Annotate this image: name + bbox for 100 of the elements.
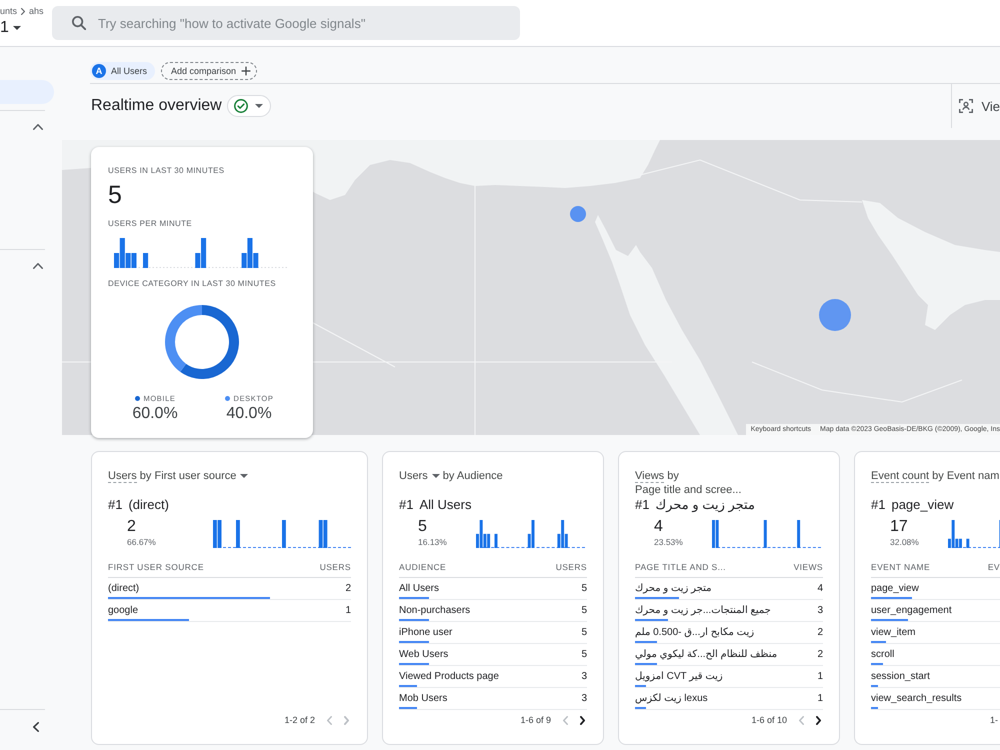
column-header: FIRST USER SOURCE [108,561,204,574]
segment-chip[interactable]: A All Users [90,62,156,80]
row-value: 5 [581,582,587,596]
share-value: 23.53% [654,536,684,548]
title-text: Page title and scree... [635,484,742,496]
top-value: 4 [654,518,664,536]
row-value: 3 [581,670,587,684]
legend-value: 40.0% [226,405,272,423]
row-value: 1 [817,670,823,684]
pagination-label: 1-6 of 10 [751,715,787,725]
breadcrumb-link[interactable]: ahs [29,5,44,17]
column-header: EV [988,561,1000,574]
row-label: Mob Users [399,692,448,706]
dimension-dropdown[interactable]: First user source [154,469,248,483]
row-label: iPhone user [399,626,452,640]
row-label: session_start [871,670,930,684]
row-value: 2 [817,648,823,662]
title-text: by [667,470,679,482]
caret-down-icon [240,474,248,478]
chevron-up-icon[interactable] [33,263,43,269]
row-label: زيت لكزس lexus [635,692,708,706]
segment-avatar: A [92,64,106,78]
row-label: (direct) [108,582,140,596]
row-value: 5 [581,604,587,618]
title-text: by [932,470,944,482]
page-title: Realtime overview [91,97,222,115]
chevron-right-icon [21,8,26,14]
metric-label[interactable]: Views [635,470,664,483]
row-label: view_search_results [871,692,962,706]
column-header: EVENT NAME [871,561,930,574]
users-count: 5 [108,182,123,208]
breadcrumb-link[interactable]: unts [0,5,18,17]
location-bubble-icon [819,299,851,331]
row-value: 4 [817,582,823,596]
top-value: 17 [890,518,909,536]
metric-dropdown[interactable]: Users [399,469,440,483]
add-comparison-button[interactable]: Add comparison [161,62,258,80]
column-header: USERS [320,561,351,574]
column-header: USERS [556,561,587,574]
title-text: Audience [456,470,503,482]
metric-caption: DEVICE CATEGORY IN LAST 30 MINUTES [108,278,277,290]
row-label: جميع المنتجات...جر زيت و محرك [635,604,771,618]
row-label: امزويل CVT زيت قير [635,670,723,684]
location-bubble-icon [570,206,586,222]
plus-icon [241,66,252,76]
row-value: 5 [581,626,587,640]
top-item-name: متجر زيت و محرك [655,497,755,513]
property-selector[interactable]: 1 [0,17,21,39]
row-label: Web Users [399,648,448,662]
row-value: 3 [817,604,823,618]
share-value: 66.67% [127,536,157,548]
caret-down-icon [12,26,21,30]
status-dropdown[interactable] [226,95,271,117]
pagination-label: 1-2 of 2 [284,715,315,725]
bar-sparkline [948,520,1000,548]
top-item-name: (direct) [128,497,169,513]
caret-down-icon [254,104,263,108]
top-value: 5 [418,518,428,536]
row-value: 1 [345,604,351,618]
rank-label: #1 [635,497,650,513]
pagination-label: 1- [990,715,998,725]
rank-label: #1 [399,497,414,513]
row-value: 2 [817,626,823,640]
column-header: VIEWS [794,561,823,574]
rank-label: #1 [108,497,122,513]
title-text: by [140,470,152,482]
row-label: scroll [871,648,894,662]
top-value: 2 [127,518,137,536]
row-label: متجر زيت و محرك [635,582,712,596]
chevron-right-icon[interactable] [580,716,585,724]
title-text: Event nam [946,470,1000,482]
metric-label[interactable]: Users [108,470,137,483]
search-icon [72,16,86,30]
pagination-label: 1-6 of 9 [520,715,551,725]
column-header: PAGE TITLE AND S... [635,561,726,574]
row-label: view_item [871,626,916,640]
row-label: منظف للنظام الح...كة ليكوي مولي [635,648,778,662]
metric-caption: USERS PER MINUTE [108,218,193,230]
row-label: All Users [399,582,440,596]
metric-caption: USERS IN LAST 30 MINUTES [108,165,226,177]
rank-label: #1 [871,497,886,513]
title-text: by [442,470,454,482]
metric-label[interactable]: Event count [871,470,930,483]
row-value: 1 [817,692,823,706]
chevron-right-icon[interactable] [816,716,821,724]
column-header: AUDIENCE [399,561,446,574]
scan-person-icon [959,99,974,113]
chevron-left-icon[interactable] [33,722,39,732]
share-value: 16.13% [418,536,448,548]
row-label: Viewed Products page [399,670,499,684]
top-item-name: All Users [419,497,472,513]
row-label: Non-purchasers [399,604,470,618]
row-label: user_engagement [871,604,952,618]
chevron-up-icon[interactable] [33,124,43,130]
search-field[interactable]: Try searching "how to activate Google signals" [52,6,520,40]
view-button[interactable]: Vie [951,84,1000,128]
row-label: page_view [871,582,919,596]
caret-down-icon [432,474,440,478]
row-value: 2 [345,582,351,596]
row-label: زيت مكابح ار...ق -0.500 ملم [635,626,754,640]
